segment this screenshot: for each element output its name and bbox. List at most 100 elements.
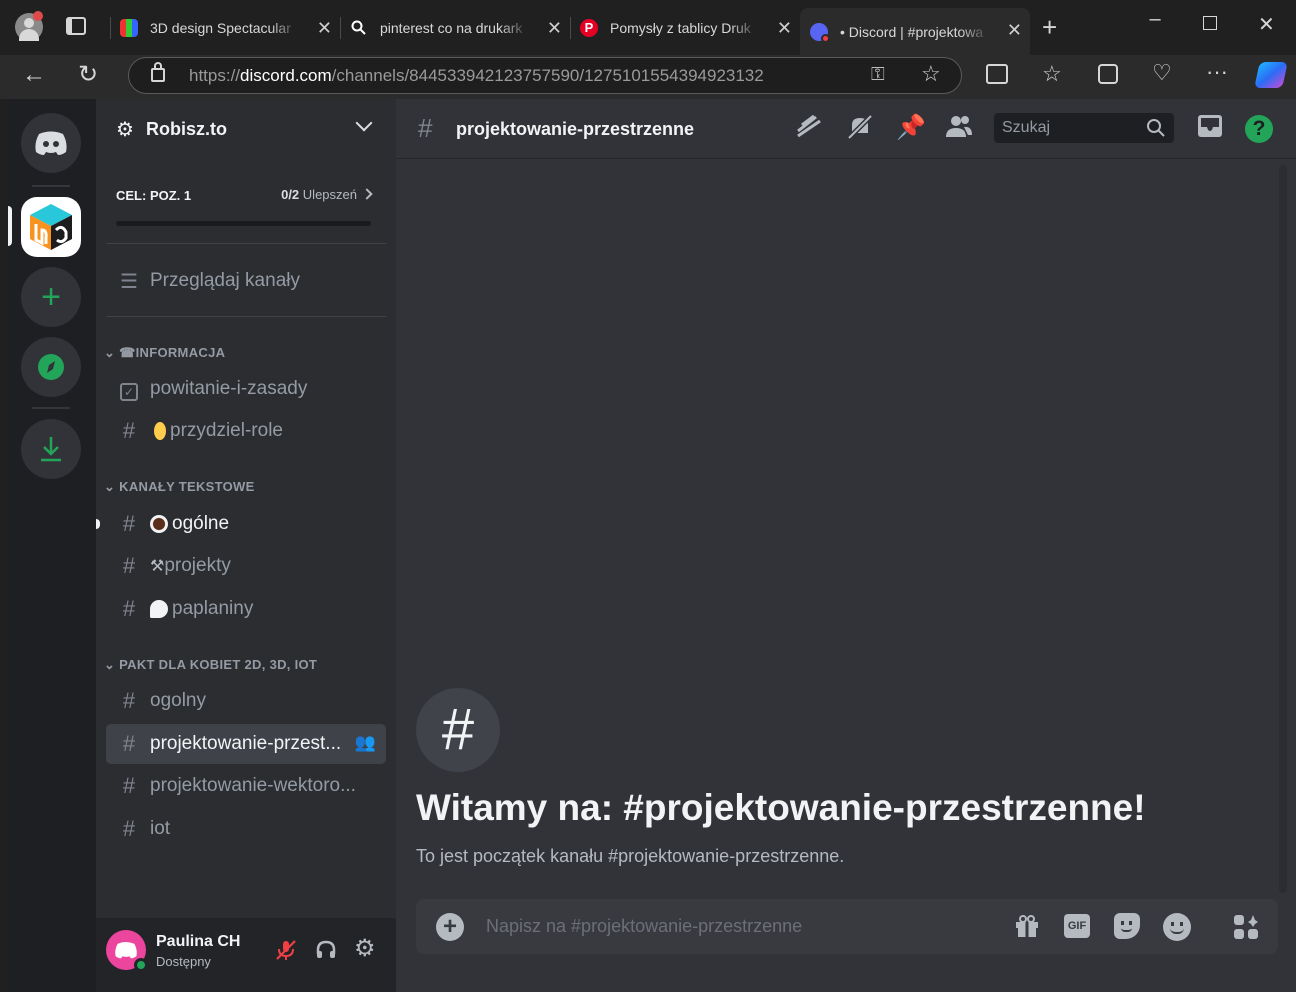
channel-projekty[interactable]: # ⚒ projekty <box>106 546 386 586</box>
channel-header: # projektowanie-przestrzenne 📌 Szukaj ? <box>396 99 1296 159</box>
refresh-icon[interactable]: ↻ <box>78 60 98 89</box>
search-icon <box>1147 119 1165 137</box>
channel-ogolny[interactable]: # ogolny <box>106 681 386 721</box>
tab-actions-icon[interactable] <box>64 15 88 39</box>
discord-home-icon[interactable] <box>21 113 81 173</box>
boost-word: Ulepszeń <box>302 187 357 202</box>
channel-iot[interactable]: # iot <box>106 809 386 849</box>
pin-icon[interactable]: 📌 <box>896 113 926 142</box>
boost-goal-label: CEL: POZ. 1 <box>116 188 192 203</box>
close-window-icon[interactable]: ✕ <box>1258 12 1275 37</box>
download-apps-icon[interactable] <box>21 419 81 479</box>
close-icon[interactable]: ✕ <box>777 18 792 39</box>
boost-goal[interactable]: CEL: POZ. 1 0/2 Ulepszeń <box>116 187 373 205</box>
tab-discord[interactable]: • Discord | #projektowa ✕ <box>800 8 1030 55</box>
minimize-icon[interactable]: – <box>1145 8 1165 31</box>
search-input[interactable]: Szukaj <box>994 113 1174 143</box>
sticker-icon[interactable] <box>1114 913 1140 939</box>
hash-icon: # <box>122 511 136 536</box>
user-name[interactable]: Paulina CH <box>156 933 240 951</box>
search-icon <box>351 20 366 35</box>
close-icon[interactable]: ✕ <box>1007 20 1022 41</box>
channel-projektowanie-przestrzenne[interactable]: # projektowanie-przest... 👥 <box>106 724 386 764</box>
scrollbar[interactable] <box>1279 165 1287 893</box>
channel-projektowanie-wektorowe[interactable]: # projektowanie-wektoro... <box>106 766 386 806</box>
selected-server-pill <box>8 206 12 246</box>
channel-ogolne[interactable]: # ogólne <box>106 504 386 544</box>
member-list-icon[interactable] <box>944 113 974 145</box>
category-pakt-dla-kobiet[interactable]: ⌄ PAKT DLA KOBIET 2D, 3D, IOT <box>104 657 317 673</box>
close-icon[interactable]: ✕ <box>317 18 332 39</box>
search-placeholder: Szukaj <box>1002 119 1051 136</box>
headphones-icon[interactable] <box>314 938 338 962</box>
copilot-icon[interactable] <box>1254 62 1288 88</box>
user-panel: Paulina CH Dostępny ⚙ <box>96 918 396 992</box>
chat-area: # projektowanie-przestrzenne 📌 Szukaj ? … <box>396 99 1296 992</box>
category-informacja[interactable]: ⌄ ☎INFORMACJA <box>104 345 225 361</box>
address-bar[interactable]: https://discord.com/channels/84453394212… <box>128 57 962 94</box>
server-list: + <box>8 99 96 992</box>
channel-powitanie-i-zasady[interactable]: ✓ powitanie-i-zasady <box>106 369 386 409</box>
add-server-icon[interactable]: + <box>21 267 81 327</box>
avatar[interactable] <box>106 930 148 972</box>
tab-pinterest-board[interactable]: P Pomysły z tablicy Druk ✕ <box>570 8 800 48</box>
category-kanaly-tekstowe[interactable]: ⌄ KANAŁY TEKSTOWE <box>104 479 255 495</box>
tools-emoji-icon: ⚒ <box>150 558 165 575</box>
server-settings-gear-icon: ⚙ <box>116 119 134 141</box>
3d-design-favicon <box>120 19 138 37</box>
tab-3d-design[interactable]: 3D design Spectacular ✕ <box>110 8 340 48</box>
tab-pinterest-search[interactable]: pinterest co na drukark ✕ <box>340 8 570 48</box>
channel-paplaniny[interactable]: # paplaniny <box>106 589 386 629</box>
hash-icon: # <box>122 596 136 621</box>
microphone-muted-icon[interactable] <box>274 938 298 962</box>
message-composer[interactable]: + Napisz na #projektowanie-przestrzenne … <box>416 899 1274 954</box>
chevron-right-icon <box>361 188 373 200</box>
back-icon[interactable]: ← <box>22 61 46 89</box>
server-header[interactable]: ⚙ Robisz.to <box>96 99 396 159</box>
favorites-icon[interactable]: ☆ <box>1042 61 1062 87</box>
server-robisz-to-icon[interactable] <box>21 197 81 257</box>
notifications-muted-icon[interactable] <box>846 113 874 147</box>
collections-split-icon[interactable] <box>986 64 1008 84</box>
thread-hash-icon: # <box>418 113 433 143</box>
discord-app: + ⚙ Robisz.to CEL: POZ. 1 0/2 Ulepszeń ☰… <box>8 99 1296 992</box>
welcome-hash-icon: # <box>416 688 500 772</box>
emoji-icon[interactable] <box>1163 913 1191 941</box>
more-menu-icon[interactable]: ··· <box>1206 59 1228 85</box>
gift-icon[interactable] <box>1014 913 1040 939</box>
inbox-icon[interactable] <box>1196 113 1224 145</box>
gif-label: GIF <box>1067 920 1087 932</box>
browser-essentials-icon[interactable]: ♡ <box>1152 60 1172 86</box>
chevron-down-icon[interactable] <box>355 114 373 132</box>
url-text[interactable]: https://discord.com/channels/84453394212… <box>189 66 764 86</box>
add-attachment-icon[interactable]: + <box>436 913 464 941</box>
lock-icon[interactable] <box>151 68 165 82</box>
browse-channels[interactable]: ☰ Przeglądaj kanały <box>106 261 386 301</box>
thread-hash-icon: # <box>122 731 136 756</box>
threads-icon[interactable] <box>794 113 822 145</box>
user-settings-gear-icon[interactable]: ⚙ <box>354 934 376 963</box>
maximize-icon[interactable] <box>1203 16 1217 30</box>
help-icon[interactable]: ? <box>1245 115 1273 143</box>
new-tab-icon[interactable]: + <box>1042 12 1057 43</box>
discord-favicon <box>810 22 830 43</box>
chevron-down-icon: ⌄ <box>104 657 116 672</box>
close-icon[interactable]: ✕ <box>547 18 562 39</box>
user-status: Dostępny <box>156 954 211 969</box>
create-invite-icon[interactable]: 👥 <box>355 733 376 753</box>
gif-icon[interactable]: GIF <box>1064 914 1090 938</box>
welcome-title: Witamy na: #projektowanie-przestrzenne! <box>416 787 1146 828</box>
hash-icon: # <box>122 418 136 443</box>
profile-avatar[interactable] <box>15 11 43 41</box>
lightbulb-emoji-icon <box>154 422 166 440</box>
key-icon[interactable]: ⚿ <box>871 64 885 85</box>
apps-icon[interactable] <box>1214 899 1278 954</box>
collections-icon[interactable] <box>1098 64 1118 84</box>
thread-hash-icon: # <box>122 816 136 841</box>
online-status-icon <box>134 958 148 972</box>
add-favorite-star-icon[interactable]: ☆ <box>921 61 941 87</box>
explore-servers-icon[interactable] <box>21 337 81 397</box>
channel-przydziel-role[interactable]: # przydziel-role <box>106 411 386 451</box>
pinterest-icon: P <box>580 19 598 37</box>
thread-hash-icon: # <box>122 688 136 713</box>
